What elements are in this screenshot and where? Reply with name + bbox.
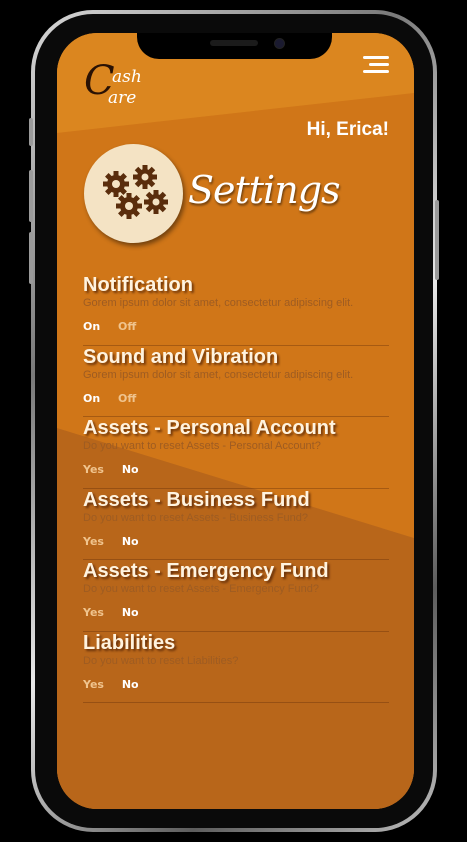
cash-care-logo: C ash are [84, 58, 142, 108]
power-button [435, 200, 439, 280]
logo-word-ash: ash [112, 67, 142, 87]
setting-liabilities: Liabilities Do you want to reset Liabili… [83, 631, 389, 703]
option-off[interactable]: Off [118, 320, 136, 333]
option-group: Yes No [83, 678, 153, 691]
setting-description: Do you want to reset Liabilities? [83, 654, 239, 667]
setting-description: Do you want to reset Assets - Business F… [83, 511, 309, 524]
setting-assets-business: Assets - Business Fund Do you want to re… [83, 488, 389, 560]
setting-description: Gorem ipsum dolor sit amet, consectetur … [83, 368, 354, 381]
option-on[interactable]: On [83, 392, 100, 405]
speaker-grille [210, 40, 258, 46]
option-group: Yes No [83, 463, 153, 476]
option-no[interactable]: No [122, 463, 139, 476]
setting-description: Gorem ipsum dolor sit amet, consectetur … [83, 297, 354, 309]
volume-down-button [29, 232, 33, 284]
phone-notch [137, 33, 332, 59]
mute-switch [29, 118, 33, 146]
option-yes[interactable]: Yes [83, 535, 104, 548]
settings-badge [84, 144, 183, 243]
setting-description: Do you want to reset Assets - Personal A… [83, 440, 321, 452]
page-title: Settings [188, 168, 341, 212]
option-yes[interactable]: Yes [83, 606, 104, 619]
greeting-text: Hi, Erica! [306, 119, 389, 140]
setting-title: Notification [83, 274, 193, 296]
option-no[interactable]: No [122, 678, 139, 691]
option-no[interactable]: No [122, 535, 139, 548]
option-group: On Off [83, 392, 150, 405]
settings-list: Notification Gorem ipsum dolor sit amet,… [83, 274, 389, 703]
logo-word-are: are [108, 88, 136, 108]
option-off[interactable]: Off [118, 392, 136, 405]
setting-notification: Notification Gorem ipsum dolor sit amet,… [83, 274, 389, 346]
option-no[interactable]: No [122, 606, 139, 619]
setting-title: Assets - Personal Account [83, 417, 336, 439]
setting-assets-personal: Assets - Personal Account Do you want to… [83, 417, 389, 489]
setting-title: Liabilities [83, 631, 176, 654]
setting-title: Assets - Business Fund [83, 488, 310, 511]
option-yes[interactable]: Yes [83, 463, 104, 476]
hamburger-menu-icon[interactable] [363, 56, 391, 76]
option-group: Yes No [83, 535, 153, 548]
volume-up-button [29, 170, 33, 222]
front-camera [274, 38, 285, 49]
option-yes[interactable]: Yes [83, 678, 104, 691]
setting-assets-emergency: Assets - Emergency Fund Do you want to r… [83, 560, 389, 632]
option-group: On Off [83, 320, 150, 333]
setting-description: Do you want to reset Assets - Emergency … [83, 583, 320, 595]
gears-icon [103, 165, 168, 219]
option-group: Yes No [83, 606, 153, 619]
setting-title: Assets - Emergency Fund [83, 560, 329, 582]
option-on[interactable]: On [83, 320, 100, 333]
setting-sound-vibration: Sound and Vibration Gorem ipsum dolor si… [83, 345, 389, 417]
setting-title: Sound and Vibration [83, 345, 279, 368]
